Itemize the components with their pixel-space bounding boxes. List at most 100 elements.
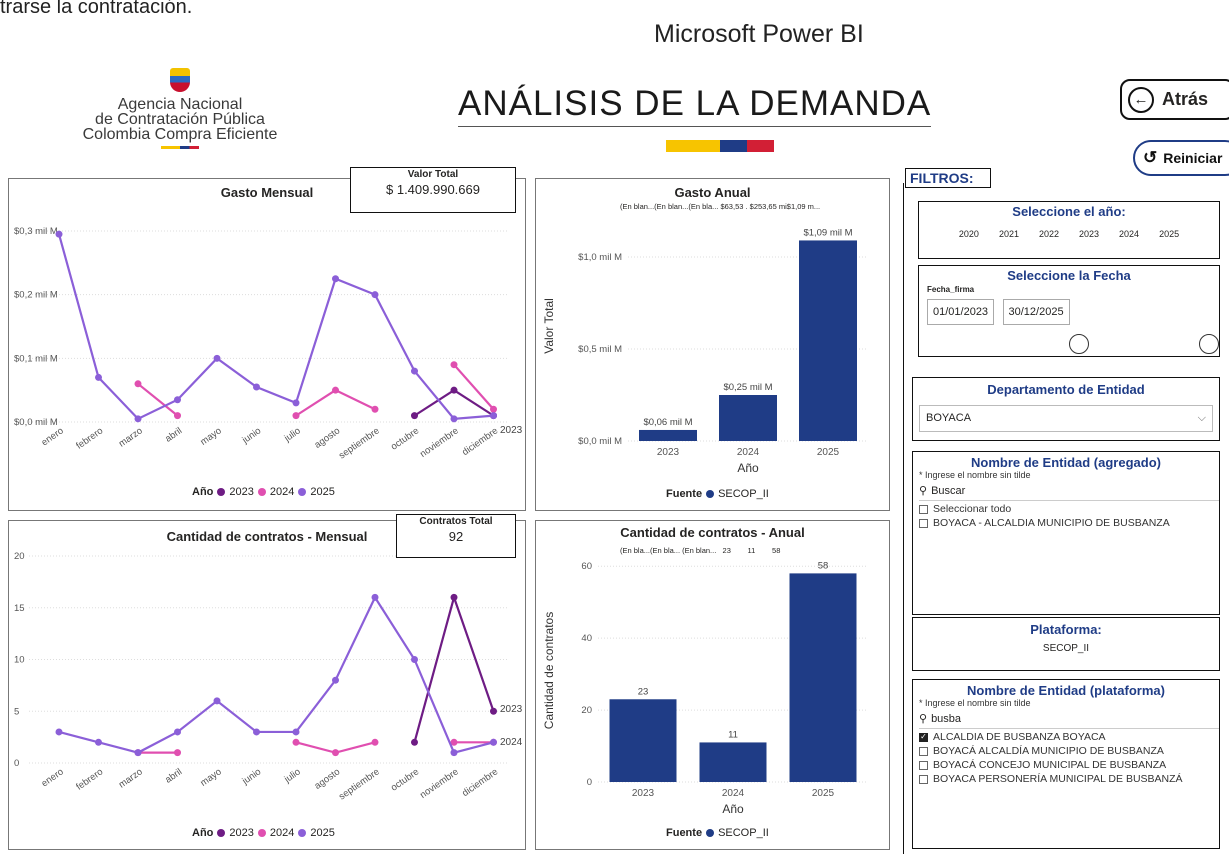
- option-label: Seleccionar todo: [933, 503, 1012, 515]
- data-point-2024: [292, 738, 300, 746]
- legend-title: Fuente: [666, 488, 703, 500]
- year-filter-title: Seleccione el año:: [1012, 204, 1126, 219]
- data-point-2025: [253, 728, 260, 736]
- checkbox[interactable]: [919, 504, 928, 514]
- bar-2024: [719, 395, 777, 441]
- kpi-value: 92: [448, 529, 464, 544]
- data-point-2025: [174, 396, 181, 404]
- y-tick-label: 20: [581, 705, 592, 716]
- contratos-anual-chart: 0 20 40 60 23 2023 11 2024 58 2025 Año Cantidad de …: [542, 560, 868, 816]
- checkbox[interactable]: [919, 774, 928, 784]
- department-filter-title: Departamento de Entidad: [987, 382, 1145, 397]
- x-tick-label: agosto: [313, 425, 343, 450]
- search-icon: ⚲: [919, 485, 928, 497]
- entity-platform-filter: Nombre de Entidad (plataforma) * Ingrese…: [912, 679, 1220, 849]
- data-point-2023: [450, 593, 458, 601]
- checkbox[interactable]: [919, 746, 928, 756]
- year-option-2025[interactable]: 2025: [1159, 229, 1179, 239]
- legend-item-2023: 2023: [229, 486, 254, 498]
- data-point-2024: [174, 412, 181, 420]
- data-point-2025: [411, 367, 418, 375]
- x-tick-label: 2023: [632, 788, 655, 799]
- legend-dot-2023: [217, 829, 226, 837]
- entity-platform-option[interactable]: BOYACA PERSONERÍA MUNICIPAL DE BUSBANZÁ: [919, 773, 1219, 785]
- year-option-2024[interactable]: 2024: [1119, 229, 1139, 239]
- data-point-2025: [213, 354, 221, 362]
- legend-item-2024: 2024: [269, 827, 295, 839]
- platform-filter-title: Plataforma:: [1030, 622, 1102, 637]
- year-option-2021[interactable]: 2021: [999, 229, 1019, 239]
- y-tick-label: 10: [14, 655, 25, 666]
- data-point-2025: [174, 728, 181, 736]
- entity-platform-option[interactable]: BOYACÁ ALCALDÍA MUNICIPIO DE BUSBANZA: [919, 745, 1219, 757]
- x-tick-label: diciembre: [460, 425, 500, 458]
- entity-platform-search-input[interactable]: ⚲ busba: [919, 712, 1219, 729]
- legend-title: Fuente: [666, 827, 703, 839]
- department-filter: Departamento de Entidad BOYACA ⌵: [912, 377, 1220, 441]
- series-end-label: 2023: [500, 425, 523, 436]
- data-point-2025: [371, 291, 379, 299]
- date-from-input[interactable]: 01/01/2023: [927, 299, 995, 325]
- checkbox[interactable]: ✓: [919, 732, 928, 742]
- series-end-label: 2024: [500, 737, 523, 748]
- reset-button[interactable]: ↺ Reiniciar: [1133, 140, 1229, 176]
- y-tick-label: 0: [587, 777, 592, 788]
- data-point-2025: [253, 383, 260, 391]
- legend-dot-2024: [257, 829, 266, 837]
- legend-item-2024: 2024: [269, 486, 295, 498]
- chevron-down-icon: ⌵: [1197, 412, 1206, 424]
- entity-platform-option[interactable]: BOYACÁ CONCEJO MUNICIPAL DE BUSBANZA: [919, 759, 1219, 771]
- data-point-2023: [450, 386, 458, 394]
- entity-platform-filter-title: Nombre de Entidad (plataforma): [967, 683, 1165, 698]
- department-dropdown[interactable]: BOYACA ⌵: [919, 405, 1213, 432]
- date-slider-end-handle[interactable]: [1199, 334, 1219, 354]
- x-tick-label: mayo: [198, 425, 223, 447]
- x-tick-label: 2024: [737, 447, 760, 458]
- legend-dot-2024: [257, 488, 266, 496]
- entity-platform-option[interactable]: ✓ ALCALDIA DE BUSBANZA BOYACA: [919, 731, 1219, 743]
- data-point-2025: [95, 373, 102, 381]
- year-option-2023[interactable]: 2023: [1079, 229, 1099, 239]
- y-tick-label: 5: [14, 706, 19, 717]
- checkbox[interactable]: [919, 518, 928, 528]
- filters-label: FILTROS:: [905, 168, 991, 188]
- panel-gasto-anual: Gasto Anual (En blan...(En blan...(En bl…: [535, 178, 890, 511]
- bar-data-label: $1,09 mil M: [803, 227, 852, 238]
- contratos-mensual-chart: 0 5 10 15 20 enero febrero marzo abril mayo junio j…: [14, 551, 523, 802]
- legend-dot: [706, 829, 715, 837]
- legend: Fuente SECOP_II: [666, 488, 769, 500]
- data-point-2025: [55, 230, 63, 238]
- kpi-label: Valor Total: [407, 169, 459, 180]
- y-axis-label: Valor Total: [542, 298, 556, 354]
- data-point-2025: [490, 738, 497, 746]
- option-label: ALCALDIA DE BUSBANZA BOYACA: [933, 731, 1106, 743]
- date-slider-start-handle[interactable]: [1069, 334, 1089, 354]
- entity-platform-hint: * Ingrese el nombre sin tilde: [919, 698, 1031, 708]
- platform-value: SECOP_II: [1042, 643, 1090, 654]
- cut-off-text: trarse la contratación.: [0, 0, 193, 18]
- x-tick-label: julio: [282, 425, 303, 444]
- logo-line-3: Colombia Compra Eficiente: [82, 126, 278, 143]
- option-label: BOYACÁ CONCEJO MUNICIPAL DE BUSBANZA: [933, 759, 1167, 771]
- x-tick-label: noviembre: [418, 425, 461, 459]
- back-button[interactable]: ← Atrás: [1120, 79, 1229, 120]
- kpi-label: Contratos Total: [419, 516, 493, 527]
- reset-button-label: Reiniciar: [1163, 150, 1223, 166]
- data-point-2025: [450, 415, 458, 423]
- y-tick-label: $0,2 mil M: [14, 290, 58, 301]
- legend-item: SECOP_II: [718, 488, 769, 500]
- x-tick-label: 2025: [817, 447, 840, 458]
- checkbox[interactable]: [919, 760, 928, 770]
- x-tick-label: febrero: [74, 766, 105, 792]
- legend-item: SECOP_II: [718, 827, 769, 839]
- year-option-2020[interactable]: 2020: [959, 229, 979, 239]
- entity-option[interactable]: Seleccionar todo: [919, 503, 1219, 515]
- legend-dot: [706, 490, 715, 498]
- data-point-2025: [95, 738, 102, 746]
- entity-option[interactable]: BOYACA - ALCALDIA MUNICIPIO DE BUSBANZA: [919, 517, 1219, 529]
- entity-search-input[interactable]: ⚲ Buscar: [919, 484, 1219, 501]
- y-tick-label: $1,0 mil M: [578, 252, 622, 263]
- data-point-2024: [174, 749, 181, 757]
- date-to-input[interactable]: 30/12/2025: [1002, 299, 1070, 325]
- year-option-2022[interactable]: 2022: [1039, 229, 1059, 239]
